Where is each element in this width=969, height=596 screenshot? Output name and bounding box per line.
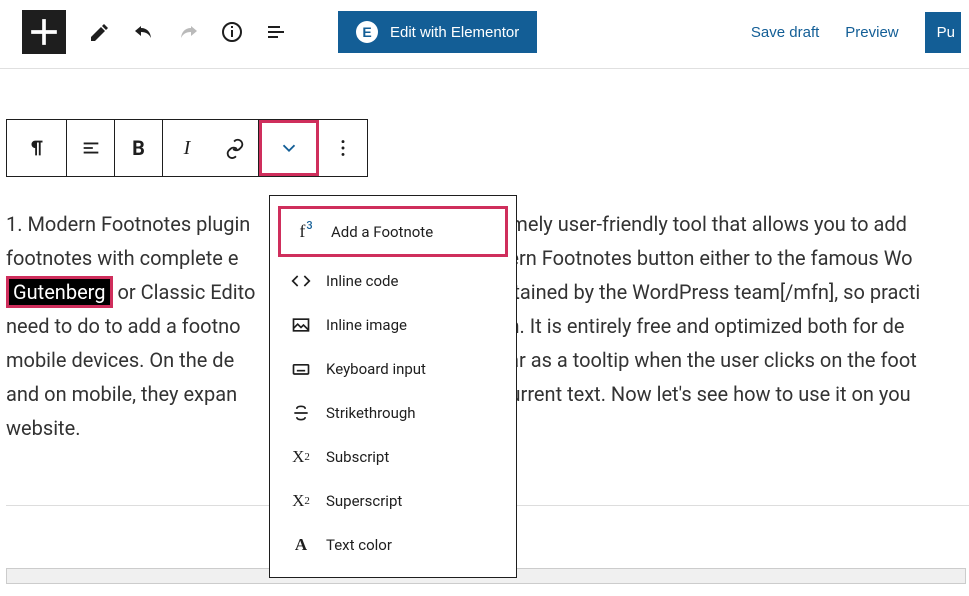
more-vertical-icon	[332, 137, 354, 159]
text-fragment: ern Footnotes button either to the famou…	[508, 246, 912, 270]
text-fragment: n. It is entirely free and optimized bot…	[509, 314, 905, 338]
more-options-button[interactable]	[319, 120, 367, 176]
text-fragment: need to do to add a footno	[6, 314, 241, 338]
dd-strikethrough[interactable]: Strikethrough	[276, 391, 510, 435]
image-icon	[290, 315, 312, 335]
dd-label: Strikethrough	[326, 404, 416, 422]
strikethrough-icon	[290, 403, 312, 423]
subscript-icon: X2	[290, 447, 312, 467]
top-toolbar: E Edit with Elementor Save draft Preview…	[0, 0, 969, 69]
redo-icon	[176, 20, 200, 44]
dd-label: Text color	[326, 536, 392, 554]
pencil-icon	[88, 20, 112, 44]
info-icon	[220, 20, 244, 44]
bold-button[interactable]: B	[115, 120, 163, 176]
text-fragment: mely user-friendly tool that allows you …	[510, 212, 907, 236]
text-fragment: website.	[6, 416, 80, 440]
dd-add-footnote[interactable]: f3 Add a Footnote	[278, 206, 508, 257]
dd-text-color[interactable]: A Text color	[276, 523, 510, 567]
elementor-button[interactable]: E Edit with Elementor	[338, 11, 537, 53]
text-fragment: mobile devices. On the de	[6, 348, 234, 372]
footnote-icon: f3	[295, 221, 317, 242]
dd-inline-code[interactable]: Inline code	[276, 259, 510, 303]
preview-button[interactable]: Preview	[845, 24, 898, 41]
text-color-icon: A	[290, 535, 312, 555]
save-draft-button[interactable]: Save draft	[751, 24, 819, 41]
format-dropdown: f3 Add a Footnote Inline code Inline ima…	[269, 195, 517, 578]
info-button[interactable]	[210, 10, 254, 54]
block-type-button[interactable]	[7, 120, 67, 176]
italic-button[interactable]: I	[163, 120, 211, 176]
align-left-icon	[80, 137, 102, 159]
undo-icon	[132, 20, 156, 44]
dd-label: Inline code	[326, 272, 398, 290]
superscript-icon: X2	[290, 491, 312, 511]
elementor-label: Edit with Elementor	[390, 24, 519, 41]
more-formats-button[interactable]	[259, 120, 319, 176]
link-button[interactable]	[211, 120, 259, 176]
code-icon	[290, 271, 312, 291]
chevron-down-icon	[278, 137, 300, 159]
text-fragment: or Classic Edito	[113, 280, 256, 304]
edit-button[interactable]	[78, 10, 122, 54]
publish-button[interactable]: Pu	[925, 12, 961, 53]
text-fragment: footnotes with complete e	[6, 246, 238, 270]
undo-button[interactable]	[122, 10, 166, 54]
plus-icon	[22, 10, 66, 54]
right-actions: Save draft Preview Pu	[751, 12, 961, 53]
align-button[interactable]	[67, 120, 115, 176]
add-block-button[interactable]	[22, 10, 66, 54]
block-toolbar: B I	[6, 119, 368, 177]
dd-label: Superscript	[326, 492, 402, 510]
dd-label: Inline image	[326, 316, 407, 334]
bold-icon: B	[132, 136, 145, 160]
text-fragment: ar as a tooltip when the user clicks on …	[508, 348, 917, 372]
italic-icon: I	[184, 137, 191, 160]
outline-button[interactable]	[254, 10, 298, 54]
dd-label: Subscript	[326, 448, 389, 466]
text-fragment: tained by the WordPress team[/mfn], so p…	[513, 280, 920, 304]
redo-button	[166, 10, 210, 54]
text-fragment: 1. Modern Footnotes plugin	[6, 212, 250, 236]
list-icon	[264, 20, 288, 44]
keyboard-icon	[290, 359, 312, 379]
elementor-icon: E	[356, 21, 378, 43]
dd-subscript[interactable]: X2 Subscript	[276, 435, 510, 479]
dd-superscript[interactable]: X2 Superscript	[276, 479, 510, 523]
dd-inline-image[interactable]: Inline image	[276, 303, 510, 347]
dd-label: Keyboard input	[326, 360, 426, 378]
link-icon	[224, 137, 246, 159]
selected-text[interactable]: Gutenberg	[6, 276, 113, 308]
paragraph-icon	[26, 137, 48, 159]
text-fragment: current text. Now let's see how to use i…	[499, 382, 911, 406]
dd-keyboard-input[interactable]: Keyboard input	[276, 347, 510, 391]
dd-label: Add a Footnote	[331, 223, 433, 241]
text-fragment: and on mobile, they expan	[6, 382, 237, 406]
